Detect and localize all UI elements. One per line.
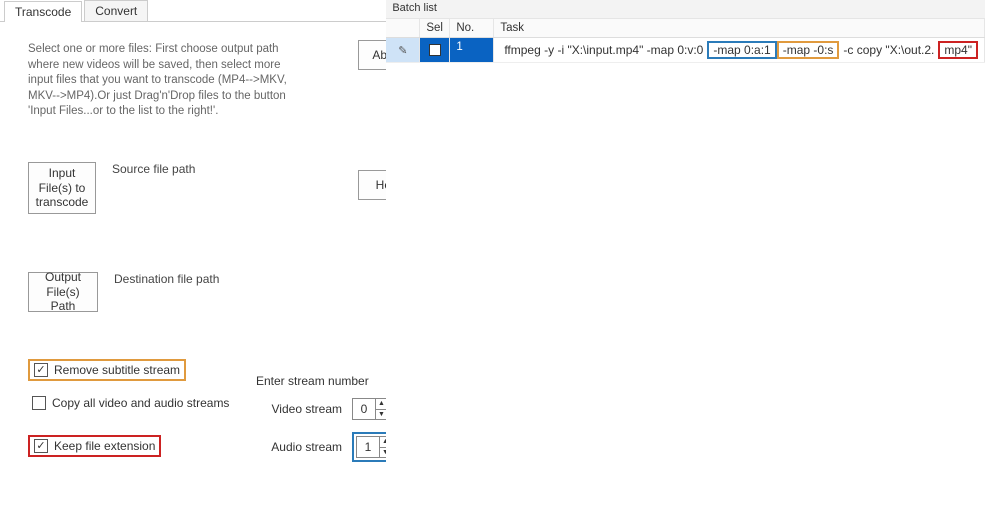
- keep-file-extension-checkbox[interactable]: Keep file extension: [28, 435, 161, 457]
- checkbox-icon: [32, 396, 46, 410]
- copy-all-streams-checkbox[interactable]: Copy all video and audio streams: [28, 394, 233, 412]
- batch-list-title: Batch list: [386, 0, 985, 19]
- table-row[interactable]: ✎ 1 ffmpeg -y -i "X:\input.mp4" -map 0:v…: [386, 38, 985, 63]
- task-part: -c copy "X:\out.2.: [839, 43, 938, 57]
- transcode-pane: Select one or more files: First choose o…: [0, 22, 386, 522]
- pencil-icon: ✎: [398, 44, 407, 57]
- checkbox-label: Remove subtitle stream: [54, 363, 180, 377]
- input-files-row: Input File(s) to transcode Source file p…: [28, 162, 195, 214]
- col-edit-header: [386, 19, 420, 37]
- row-edit-cell[interactable]: ✎: [386, 38, 420, 62]
- task-extension: mp4": [938, 41, 978, 59]
- output-path-button[interactable]: Output File(s) Path: [28, 272, 98, 312]
- output-path-row: Output File(s) Path Destination file pat…: [28, 272, 219, 312]
- checkbox-label: Copy all video and audio streams: [52, 396, 229, 410]
- row-number-cell: 1: [450, 38, 494, 62]
- checkbox-icon: [34, 439, 48, 453]
- video-stream-stepper[interactable]: ▲ ▼: [352, 398, 388, 420]
- remove-subtitle-checkbox[interactable]: Remove subtitle stream: [28, 359, 186, 381]
- audio-stream-input[interactable]: [357, 437, 379, 457]
- source-file-path-label: Source file path: [112, 162, 195, 176]
- input-files-button[interactable]: Input File(s) to transcode: [28, 162, 96, 214]
- instructions-text: Select one or more files: First choose o…: [28, 42, 288, 120]
- spinner-buttons: ▲ ▼: [375, 399, 387, 419]
- tabs: Transcode Convert: [0, 0, 386, 22]
- destination-file-path-label: Destination file path: [114, 272, 219, 286]
- row-select-cell[interactable]: [420, 38, 450, 62]
- task-map-audio: -map 0:a:1: [707, 41, 776, 59]
- col-task-header: Task: [494, 19, 985, 37]
- checkbox-icon: [429, 44, 441, 56]
- tab-transcode[interactable]: Transcode: [4, 1, 82, 22]
- checkbox-label: Keep file extension: [54, 439, 155, 453]
- col-sel-header: Sel: [420, 19, 450, 37]
- grid-header: Sel No. Task: [386, 19, 985, 38]
- task-map-subtitle: -map -0:s: [777, 41, 840, 59]
- right-panel: Batch list Sel No. Task ✎ 1 ffmpeg -y -i…: [386, 0, 985, 522]
- task-part: ffmpeg -y -i "X:\input.mp4" -map 0:v:0: [500, 43, 707, 57]
- row-task-cell: ffmpeg -y -i "X:\input.mp4" -map 0:v:0 -…: [494, 38, 985, 62]
- video-stream-label: Video stream: [256, 402, 342, 416]
- checkbox-icon: [34, 363, 48, 377]
- video-stream-input[interactable]: [353, 399, 375, 419]
- col-no-header: No.: [450, 19, 494, 37]
- tab-convert[interactable]: Convert: [84, 0, 148, 21]
- left-panel: Transcode Convert Select one or more fil…: [0, 0, 386, 522]
- audio-stream-label: Audio stream: [256, 440, 342, 454]
- batch-grid: Sel No. Task ✎ 1 ffmpeg -y -i "X:\input.…: [386, 19, 985, 63]
